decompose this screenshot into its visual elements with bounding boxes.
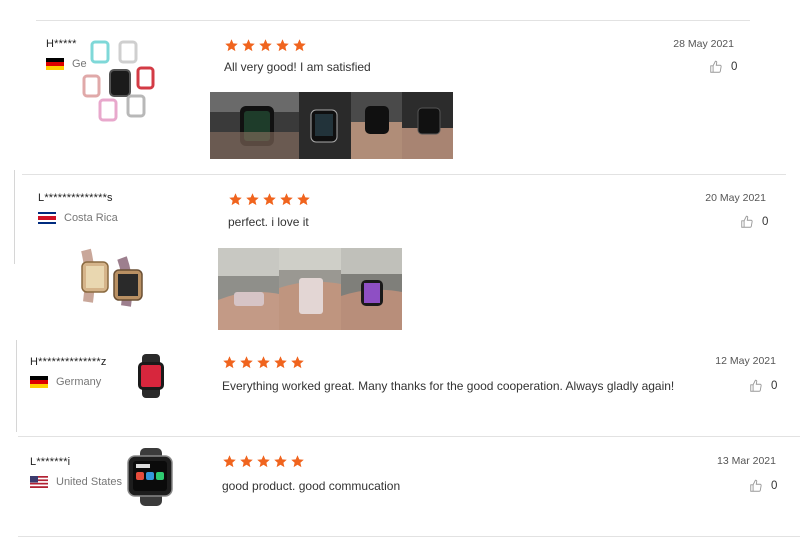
left-border bbox=[16, 340, 17, 432]
star-icon bbox=[240, 455, 253, 468]
review-date: 12 May 2021 bbox=[715, 355, 776, 367]
germany-flag-icon bbox=[46, 58, 64, 70]
star-icon bbox=[291, 356, 304, 369]
star-icon bbox=[274, 455, 287, 468]
reviewer-country: Germany bbox=[30, 376, 101, 388]
review-photos bbox=[210, 92, 453, 159]
helpful-count: 0 bbox=[771, 380, 778, 392]
review-text: Everything worked great. Many thanks for… bbox=[222, 379, 675, 393]
review-date: 28 May 2021 bbox=[673, 38, 734, 50]
country-name: Germany bbox=[56, 376, 102, 388]
thumbs-up-icon bbox=[741, 215, 753, 228]
star-icon bbox=[280, 193, 293, 206]
helpful-count: 0 bbox=[731, 61, 738, 73]
star-icon bbox=[291, 455, 304, 468]
star-icon bbox=[229, 193, 242, 206]
review-photos bbox=[218, 248, 402, 330]
star-icon bbox=[240, 356, 253, 369]
thumbs-up-icon bbox=[710, 60, 722, 73]
star-icon bbox=[242, 39, 255, 52]
rating-stars bbox=[224, 38, 307, 53]
top-divider bbox=[36, 20, 750, 21]
helpful-button[interactable]: 0 bbox=[740, 215, 768, 229]
review-divider bbox=[18, 436, 800, 437]
review-text: All very good! I am satisfied bbox=[224, 60, 371, 74]
reviewer-name: L*******i bbox=[30, 456, 71, 468]
usa-flag-icon bbox=[30, 476, 48, 488]
resin-watch-band-image[interactable] bbox=[78, 244, 160, 310]
rating-stars bbox=[222, 454, 305, 469]
smartwatch-black-image[interactable] bbox=[122, 448, 180, 506]
rating-stars bbox=[228, 192, 311, 207]
review-text: perfect. i love it bbox=[228, 215, 309, 229]
reviewer-name: L**************s bbox=[38, 192, 113, 204]
star-icon bbox=[263, 193, 276, 206]
review-divider bbox=[18, 536, 800, 537]
review-date: 13 Mar 2021 bbox=[717, 455, 776, 467]
star-icon bbox=[246, 193, 259, 206]
costa-rica-flag-icon bbox=[38, 212, 56, 224]
rating-stars bbox=[222, 355, 305, 370]
star-icon bbox=[223, 356, 236, 369]
review-photo[interactable] bbox=[279, 248, 341, 330]
left-border bbox=[14, 170, 15, 264]
star-icon bbox=[276, 39, 289, 52]
thumbs-up-icon bbox=[750, 479, 762, 492]
star-icon bbox=[223, 455, 236, 468]
star-icon bbox=[257, 455, 270, 468]
reviewer-name: H**************z bbox=[30, 356, 107, 368]
helpful-button[interactable]: 0 bbox=[709, 60, 737, 74]
review-photo[interactable] bbox=[341, 248, 402, 330]
review-date: 20 May 2021 bbox=[705, 192, 766, 204]
helpful-button[interactable]: 0 bbox=[749, 379, 777, 393]
thumbs-up-icon bbox=[750, 379, 762, 392]
review-text: good product. good commucation bbox=[222, 479, 401, 493]
star-icon bbox=[293, 39, 306, 52]
review-photo[interactable] bbox=[351, 92, 402, 159]
star-icon bbox=[225, 39, 238, 52]
helpful-button[interactable]: 0 bbox=[749, 479, 777, 493]
review-photo[interactable] bbox=[218, 248, 279, 330]
reviewer-country: Costa Rica bbox=[38, 212, 118, 224]
star-icon bbox=[297, 193, 310, 206]
reviewer-country: United States bbox=[30, 476, 122, 488]
star-icon bbox=[274, 356, 287, 369]
germany-flag-icon bbox=[30, 376, 48, 388]
review-photo[interactable] bbox=[299, 92, 351, 159]
watch-case-set-image[interactable] bbox=[80, 38, 160, 124]
helpful-count: 0 bbox=[771, 480, 778, 492]
reviewer-name: H***** bbox=[46, 38, 77, 50]
star-icon bbox=[257, 356, 270, 369]
country-name: United States bbox=[56, 476, 123, 488]
smartwatch-red-image[interactable] bbox=[134, 354, 168, 398]
review-photo[interactable] bbox=[210, 92, 299, 159]
star-icon bbox=[259, 39, 272, 52]
review-photo[interactable] bbox=[402, 92, 453, 159]
country-name: Costa Rica bbox=[64, 212, 118, 224]
helpful-count: 0 bbox=[762, 216, 769, 228]
review-divider bbox=[22, 174, 786, 175]
